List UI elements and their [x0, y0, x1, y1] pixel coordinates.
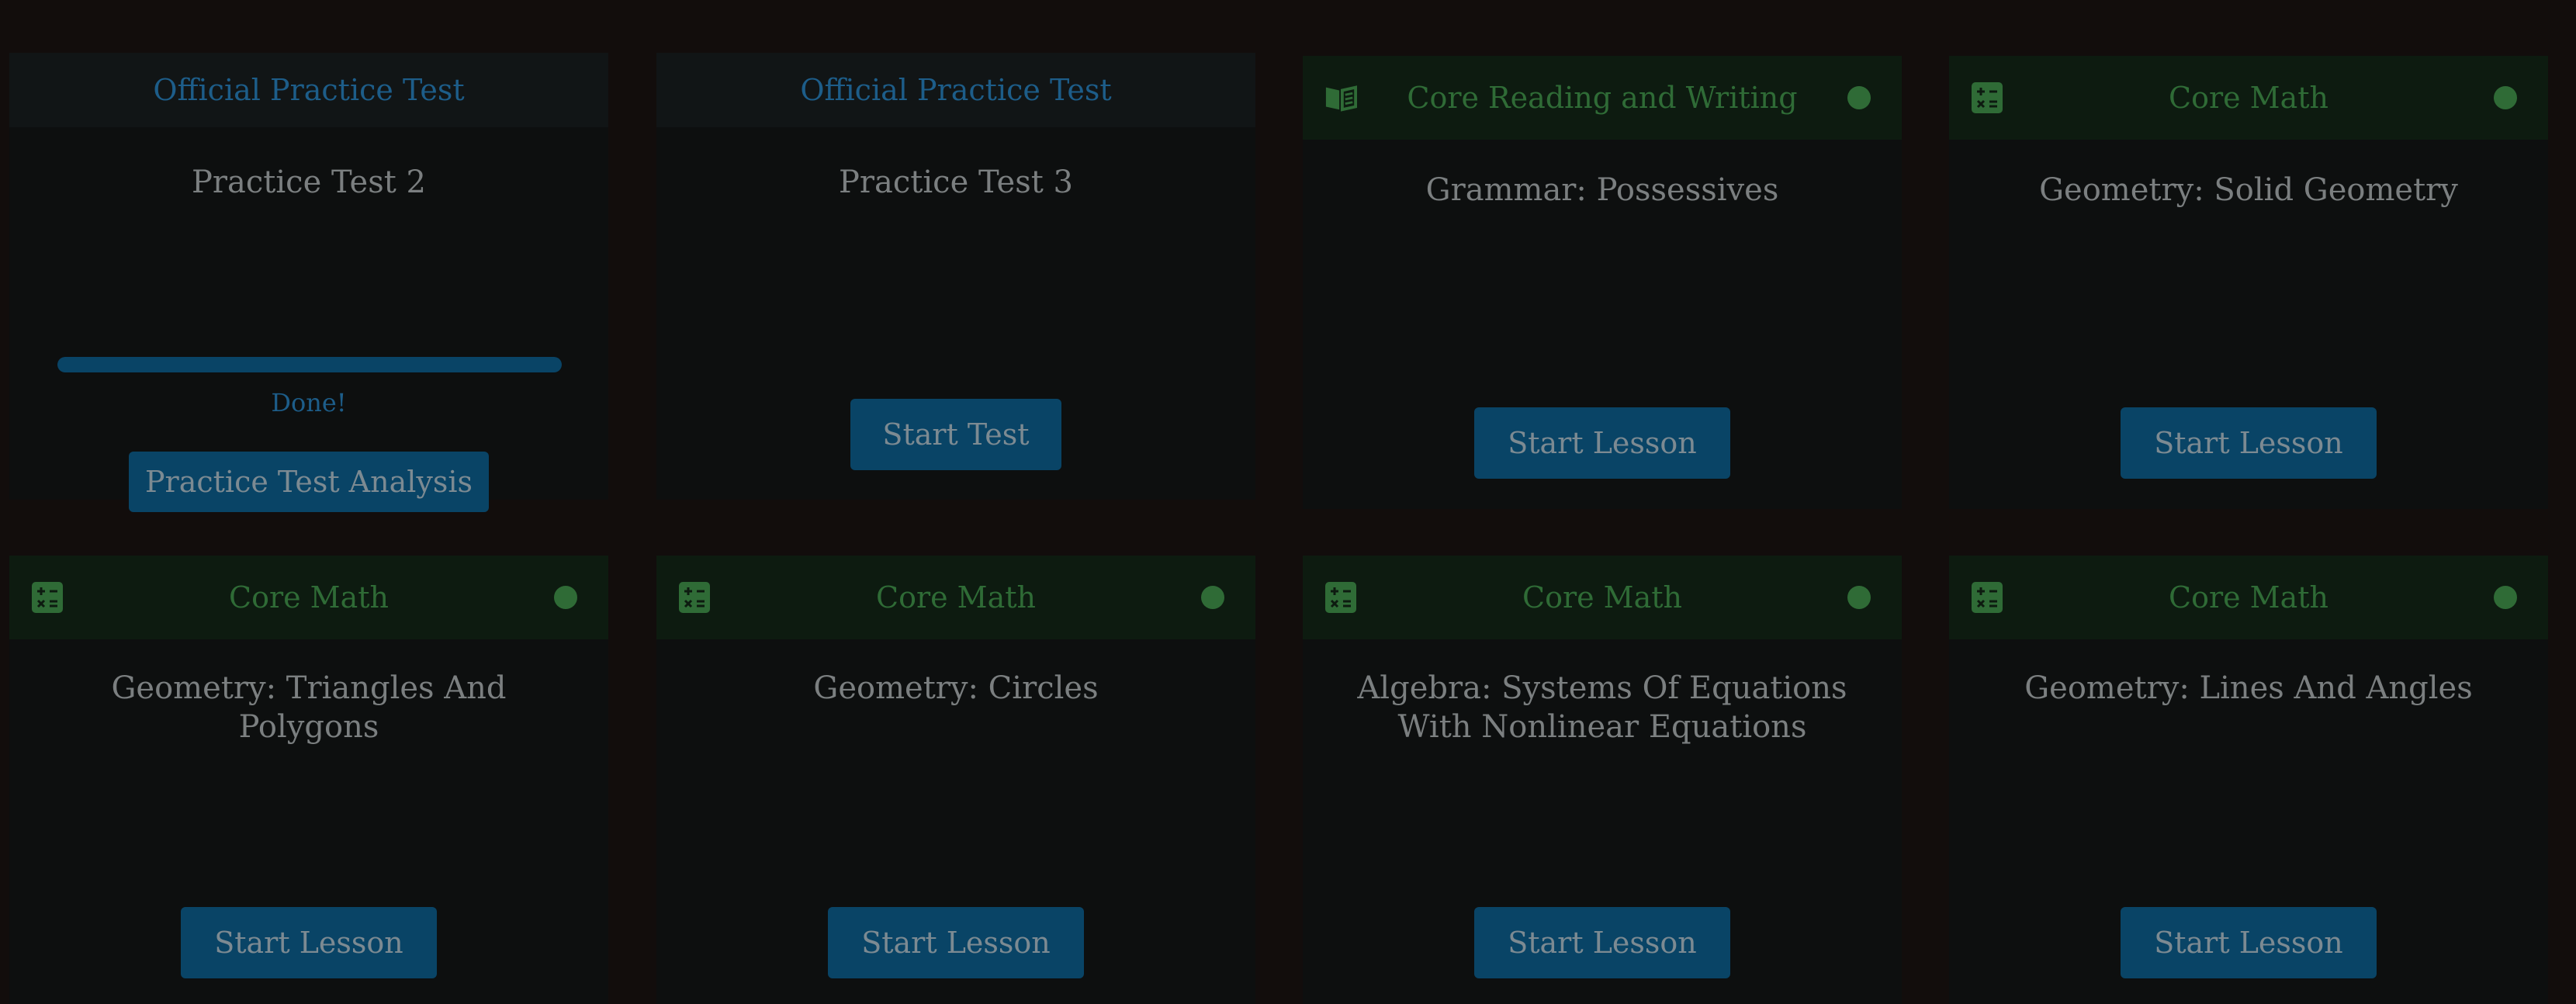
card-header: Core Reading and Writing: [1303, 56, 1902, 140]
practice-test-analysis-button[interactable]: Practice Test Analysis: [129, 452, 489, 512]
card-title: Geometry: Circles: [813, 670, 1099, 706]
status-dot: [554, 586, 577, 609]
practice-test-2-card: Official Practice Test Practice Test 2 D…: [9, 53, 608, 512]
card-header: Core Math: [656, 556, 1255, 639]
lesson-card: Core Math Algebra: Systems Of Equations …: [1303, 556, 1902, 1004]
start-lesson-button[interactable]: Start Lesson: [1474, 907, 1730, 978]
card-category-label: Core Math: [229, 580, 389, 615]
status-dot: [1847, 586, 1871, 609]
practice-test-3-card: Official Practice Test Practice Test 3 S…: [656, 53, 1255, 500]
lesson-card: Core Math Geometry: Circles Start Lesson: [656, 556, 1255, 1004]
card-header: Core Math: [1303, 556, 1902, 639]
calculator-icon: [1324, 581, 1357, 614]
calculator-icon: [31, 581, 64, 614]
start-lesson-button[interactable]: Start Lesson: [2121, 407, 2377, 479]
card-category-label: Core Reading and Writing: [1407, 81, 1798, 115]
calculator-icon: [1971, 81, 2003, 114]
start-test-button[interactable]: Start Test: [850, 399, 1061, 470]
card-category-label: Official Practice Test: [153, 73, 465, 107]
start-lesson-button[interactable]: Start Lesson: [2121, 907, 2377, 978]
calculator-icon: [1971, 581, 2003, 614]
card-title: Geometry: Lines And Angles: [2024, 670, 2473, 706]
card-category-label: Core Math: [876, 580, 1036, 615]
card-title: Algebra: Systems Of Equations With Nonli…: [1357, 670, 1847, 745]
card-category-label: Core Math: [1522, 580, 1682, 615]
status-dot: [1847, 86, 1871, 109]
card-header: Official Practice Test: [9, 53, 608, 127]
lesson-card: Core Reading and Writing Grammar: Posses…: [1303, 56, 1902, 509]
card-header: Core Math: [1949, 56, 2548, 140]
start-lesson-button[interactable]: Start Lesson: [1474, 407, 1730, 479]
card-category-label: Official Practice Test: [800, 73, 1112, 107]
status-dot: [2494, 586, 2517, 609]
start-lesson-button[interactable]: Start Lesson: [181, 907, 437, 978]
card-category-label: Core Math: [2169, 580, 2328, 615]
lesson-card: Core Math Geometry: Solid Geometry Start…: [1949, 56, 2548, 509]
open-book-icon: [1324, 81, 1357, 114]
card-header: Official Practice Test: [656, 53, 1255, 127]
calculator-icon: [678, 581, 711, 614]
status-dot: [2494, 86, 2517, 109]
progress-bar-fill: [57, 357, 562, 372]
card-title: Grammar: Possessives: [1425, 172, 1779, 208]
status-dot: [1201, 586, 1224, 609]
card-header: Core Math: [1949, 556, 2548, 639]
progress-bar: [57, 357, 562, 372]
card-title: Geometry: Solid Geometry: [2039, 172, 2458, 208]
card-title: Geometry: Triangles And Polygons: [111, 670, 507, 745]
lesson-card: Core Math Geometry: Lines And Angles Sta…: [1949, 556, 2548, 1004]
start-lesson-button[interactable]: Start Lesson: [828, 907, 1084, 978]
progress-status-text: Done!: [271, 388, 347, 417]
card-category-label: Core Math: [2169, 81, 2328, 115]
card-title: Practice Test 2: [192, 164, 426, 200]
lesson-card: Core Math Geometry: Triangles And Polygo…: [9, 556, 608, 1004]
course-card-grid: Official Practice Test Practice Test 2 D…: [0, 0, 2576, 1004]
card-title: Practice Test 3: [839, 164, 1073, 200]
card-header: Core Math: [9, 556, 608, 639]
